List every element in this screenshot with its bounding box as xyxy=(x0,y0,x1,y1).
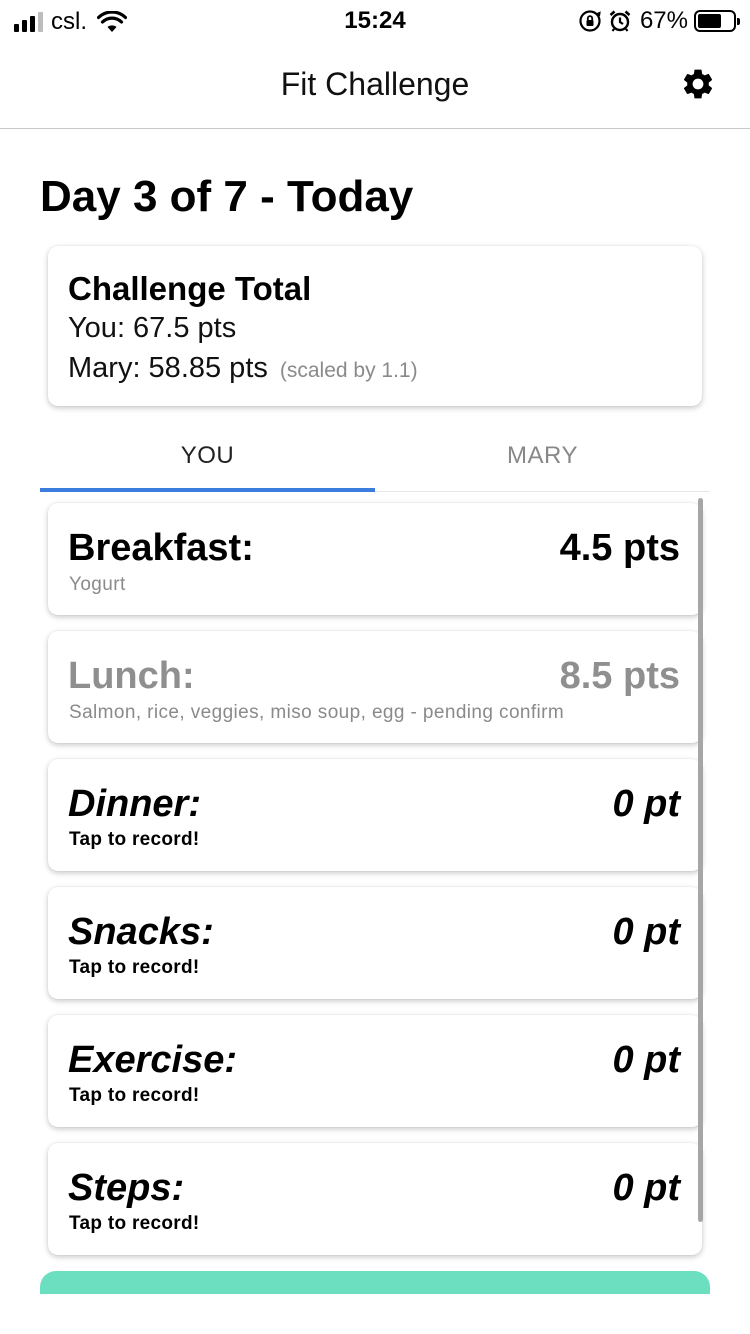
meal-detail: Yogurt xyxy=(69,574,126,595)
meal-points: 0 pt xyxy=(612,911,680,953)
meal-detail: Salmon, rice, veggies, miso soup, egg - … xyxy=(69,702,565,723)
mary-total-row: Mary: 58.85 pts (scaled by 1.1) xyxy=(68,348,682,391)
battery-nub xyxy=(737,18,740,25)
mary-total: Mary: 58.85 pts xyxy=(68,352,268,384)
player-tabs: YOU MARY xyxy=(40,430,710,492)
meal-points: 4.5 pts xyxy=(559,527,680,569)
you-total: You: 67.5 pts xyxy=(68,312,237,344)
nav-bar: Fit Challenge xyxy=(0,42,750,129)
scrollbar[interactable] xyxy=(698,498,703,1222)
meal-card-breakfast[interactable]: Breakfast: 4.5 pts Yogurt xyxy=(48,503,702,615)
meal-name: Snacks: xyxy=(68,911,214,953)
scaled-note: (scaled by 1.1) xyxy=(279,359,418,382)
meal-name: Exercise: xyxy=(68,1039,238,1081)
tab-you[interactable]: YOU xyxy=(40,430,375,492)
status-bar: csl. 15:24 67% xyxy=(0,0,750,42)
challenge-total-title: Challenge Total xyxy=(68,270,312,307)
meal-card-exercise[interactable]: Exercise: 0 pt Tap to record! xyxy=(48,1015,702,1127)
meal-detail: Tap to record! xyxy=(69,1213,200,1234)
meal-name: Lunch: xyxy=(68,655,195,697)
meal-card-steps[interactable]: Steps: 0 pt Tap to record! xyxy=(48,1143,702,1255)
battery-percent: 67% xyxy=(639,7,688,34)
meal-name: Dinner: xyxy=(68,783,201,825)
day-title: Day 3 of 7 - Today xyxy=(40,172,414,221)
app-title: Fit Challenge xyxy=(280,66,470,102)
meal-card-snacks[interactable]: Snacks: 0 pt Tap to record! xyxy=(48,887,702,999)
meal-points: 0 pt xyxy=(612,1039,680,1081)
meal-card-lunch[interactable]: Lunch: 8.5 pts Salmon, rice, veggies, mi… xyxy=(48,631,702,743)
meal-name: Breakfast: xyxy=(68,527,254,569)
battery-icon xyxy=(694,10,740,32)
meal-card-dinner[interactable]: Dinner: 0 pt Tap to record! xyxy=(48,759,702,871)
status-right: 67% xyxy=(578,7,740,35)
challenge-total-card: Challenge Total You: 67.5 pts Mary: 58.8… xyxy=(48,246,702,406)
app-screen: csl. 15:24 67% Fit Challenge Day 3 of 7 … xyxy=(0,0,750,1334)
meal-list: Breakfast: 4.5 pts Yogurt Lunch: 8.5 pts… xyxy=(48,503,702,1271)
gear-icon[interactable] xyxy=(680,66,716,102)
orientation-lock-icon xyxy=(579,10,601,32)
tab-mary[interactable]: MARY xyxy=(375,430,710,491)
meal-detail: Tap to record! xyxy=(69,957,200,978)
meal-points: 0 pt xyxy=(612,783,680,825)
meal-detail: Tap to record! xyxy=(69,829,200,850)
battery-fill xyxy=(698,14,721,28)
meal-points: 8.5 pts xyxy=(559,655,680,697)
meal-detail: Tap to record! xyxy=(69,1085,200,1106)
meal-name: Steps: xyxy=(68,1167,185,1209)
meal-points: 0 pt xyxy=(612,1167,680,1209)
alarm-icon xyxy=(609,10,631,32)
bottom-safe-area xyxy=(0,1294,750,1334)
